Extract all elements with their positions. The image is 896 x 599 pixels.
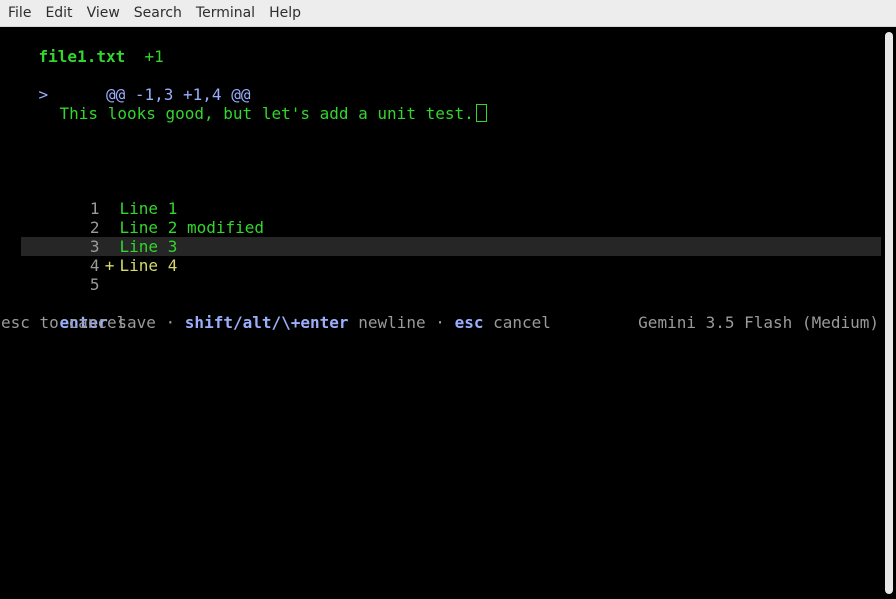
hint-esc-key: esc <box>454 313 484 332</box>
comment-input[interactable]: This looks good, but let's add a unit te… <box>21 85 487 123</box>
scrollbar[interactable] <box>881 27 896 599</box>
terminal-area[interactable]: file1.txt +1 > @@ -1,3 +1,4 @@ This look… <box>0 27 881 599</box>
menu-search[interactable]: Search <box>127 0 189 27</box>
diff-line[interactable]: 3 Line 3 <box>21 218 177 256</box>
menu-help[interactable]: Help <box>262 0 308 27</box>
status-left: esc to cancel <box>1 313 127 332</box>
diff-line[interactable]: 2 Line 2 modified <box>21 199 264 237</box>
line-text: Line 4 <box>119 256 178 275</box>
menu-bar: File Edit View Search Terminal Help <box>0 0 896 27</box>
diff-line[interactable]: 5 <box>21 256 120 294</box>
hint-newline-action: newline <box>358 313 426 332</box>
menu-file[interactable]: File <box>1 0 38 27</box>
hunk-header: > @@ -1,3 +1,4 @@ <box>0 66 251 104</box>
hint-separator: · <box>435 313 445 332</box>
menu-terminal[interactable]: Terminal <box>189 0 262 27</box>
diff-line[interactable]: 1 Line 1 <box>21 180 177 218</box>
scrollbar-thumb[interactable] <box>885 32 893 594</box>
file-name: file1.txt <box>38 47 126 66</box>
key-hints: enter save · shift/alt/\+enter newline ·… <box>21 294 551 332</box>
comment-text: This looks good, but let's add a unit te… <box>59 104 474 123</box>
hint-separator: · <box>165 313 176 332</box>
file-header: file1.txt +1 <box>0 28 164 66</box>
line-number: 5 <box>89 275 100 294</box>
diff-line-selected[interactable]: 4 + Line 4 <box>21 237 177 275</box>
menu-edit[interactable]: Edit <box>38 0 79 27</box>
menu-view[interactable]: View <box>80 0 127 27</box>
added-count: +1 <box>144 47 164 66</box>
hint-esc-action: cancel <box>493 313 551 332</box>
model-indicator: Gemini 3.5 Flash (Medium) <box>638 313 879 332</box>
text-cursor <box>475 104 487 122</box>
hint-newline-key: shift/alt/\+enter <box>184 313 349 332</box>
